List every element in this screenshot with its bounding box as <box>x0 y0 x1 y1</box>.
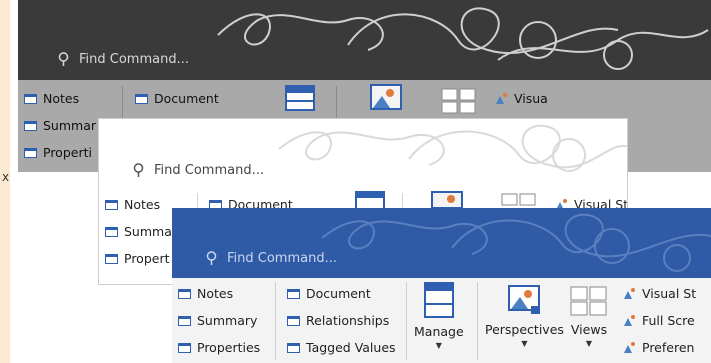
views-icon[interactable] <box>501 193 537 207</box>
column-notes: Notes Summary Properties <box>178 280 260 361</box>
chevron-down-icon: ▼ <box>435 341 442 350</box>
full-screen-icon <box>624 315 635 326</box>
separator <box>275 282 276 360</box>
decorative-swirl <box>321 213 711 272</box>
window-icon <box>287 288 300 299</box>
ribbon-header: Find Command... <box>18 0 711 80</box>
notes-button[interactable]: Notes <box>178 280 260 307</box>
find-command-text: Find Command... <box>154 163 264 178</box>
window-icon <box>105 199 118 210</box>
manage-icon <box>423 282 454 318</box>
decorative-swirl <box>278 124 627 172</box>
chevron-down-icon: ▼ <box>521 339 528 348</box>
search-icon <box>206 251 217 265</box>
window-icon <box>178 342 191 353</box>
views-label: Views <box>570 322 608 337</box>
window-icon <box>287 315 300 326</box>
manage-label: Manage <box>414 324 464 339</box>
visual-style-button[interactable]: Visua <box>495 85 548 112</box>
ribbon-theme-blue: Find Command... Notes Summary Properties… <box>172 208 711 363</box>
find-command-box[interactable]: Find Command... <box>133 163 264 178</box>
views-button[interactable]: Views ▼ <box>570 286 608 348</box>
views-icon <box>570 286 607 316</box>
preferences-button[interactable]: Preferen <box>623 334 696 361</box>
ribbon-header: Find Command... <box>172 208 711 278</box>
properties-button[interactable]: Properties <box>178 334 260 361</box>
visual-style-button[interactable]: Visual St <box>623 280 696 307</box>
properties-button[interactable]: Properti <box>24 139 96 166</box>
full-screen-button[interactable]: Full Scre <box>623 307 696 334</box>
perspectives-label: Perspectives <box>485 322 564 337</box>
summary-button[interactable]: Summa <box>105 218 172 245</box>
window-icon <box>24 120 37 131</box>
visual-style-icon <box>496 93 507 104</box>
perspectives-icon[interactable] <box>431 191 465 209</box>
perspectives-button[interactable]: Perspectives ▼ <box>485 284 564 348</box>
ribbon-groups: Notes Summary Properties Document Relati… <box>172 278 711 363</box>
window-icon <box>178 315 191 326</box>
window-icon <box>105 253 118 264</box>
find-command-text: Find Command... <box>227 251 337 266</box>
search-icon <box>133 163 144 177</box>
find-command-text: Find Command... <box>79 52 189 67</box>
column-document: Document <box>135 85 219 112</box>
document-button[interactable]: Document <box>135 85 219 112</box>
window-icon <box>24 147 37 158</box>
views-icon[interactable] <box>441 88 477 114</box>
window-icon <box>105 226 118 237</box>
summary-button[interactable]: Summar <box>24 112 96 139</box>
manage-icon[interactable] <box>285 85 315 111</box>
perspectives-icon[interactable] <box>370 84 404 114</box>
edge-text: x <box>2 170 10 184</box>
column-window-options: Visual St Full Scre Preferen <box>623 280 696 361</box>
column-notes: Notes Summa Propert <box>105 191 172 272</box>
separator <box>477 282 478 360</box>
window-icon <box>178 288 191 299</box>
column-notes: Notes Summar Properti <box>24 85 96 166</box>
preferences-icon <box>624 342 635 353</box>
search-icon <box>58 52 69 66</box>
properties-button[interactable]: Propert <box>105 245 172 272</box>
separator <box>406 282 407 360</box>
visual-style-icon <box>624 288 635 299</box>
relationships-button[interactable]: Relationships <box>287 307 396 334</box>
find-command-box[interactable]: Find Command... <box>58 52 189 67</box>
document-button[interactable]: Document <box>287 280 396 307</box>
window-icon <box>24 93 37 104</box>
window-icon <box>287 342 300 353</box>
chevron-down-icon: ▼ <box>585 339 593 348</box>
find-command-box[interactable]: Find Command... <box>206 251 337 266</box>
decorative-swirl <box>217 7 709 70</box>
summary-button[interactable]: Summary <box>178 307 260 334</box>
ribbon-header: Find Command... <box>99 119 627 189</box>
perspectives-icon <box>508 285 541 314</box>
notes-button[interactable]: Notes <box>24 85 96 112</box>
column-document: Document Relationships Tagged Values <box>287 280 396 361</box>
notes-button[interactable]: Notes <box>105 191 172 218</box>
tagged-values-button[interactable]: Tagged Values <box>287 334 396 361</box>
window-icon <box>135 93 148 104</box>
manage-button[interactable]: Manage ▼ <box>414 282 464 350</box>
